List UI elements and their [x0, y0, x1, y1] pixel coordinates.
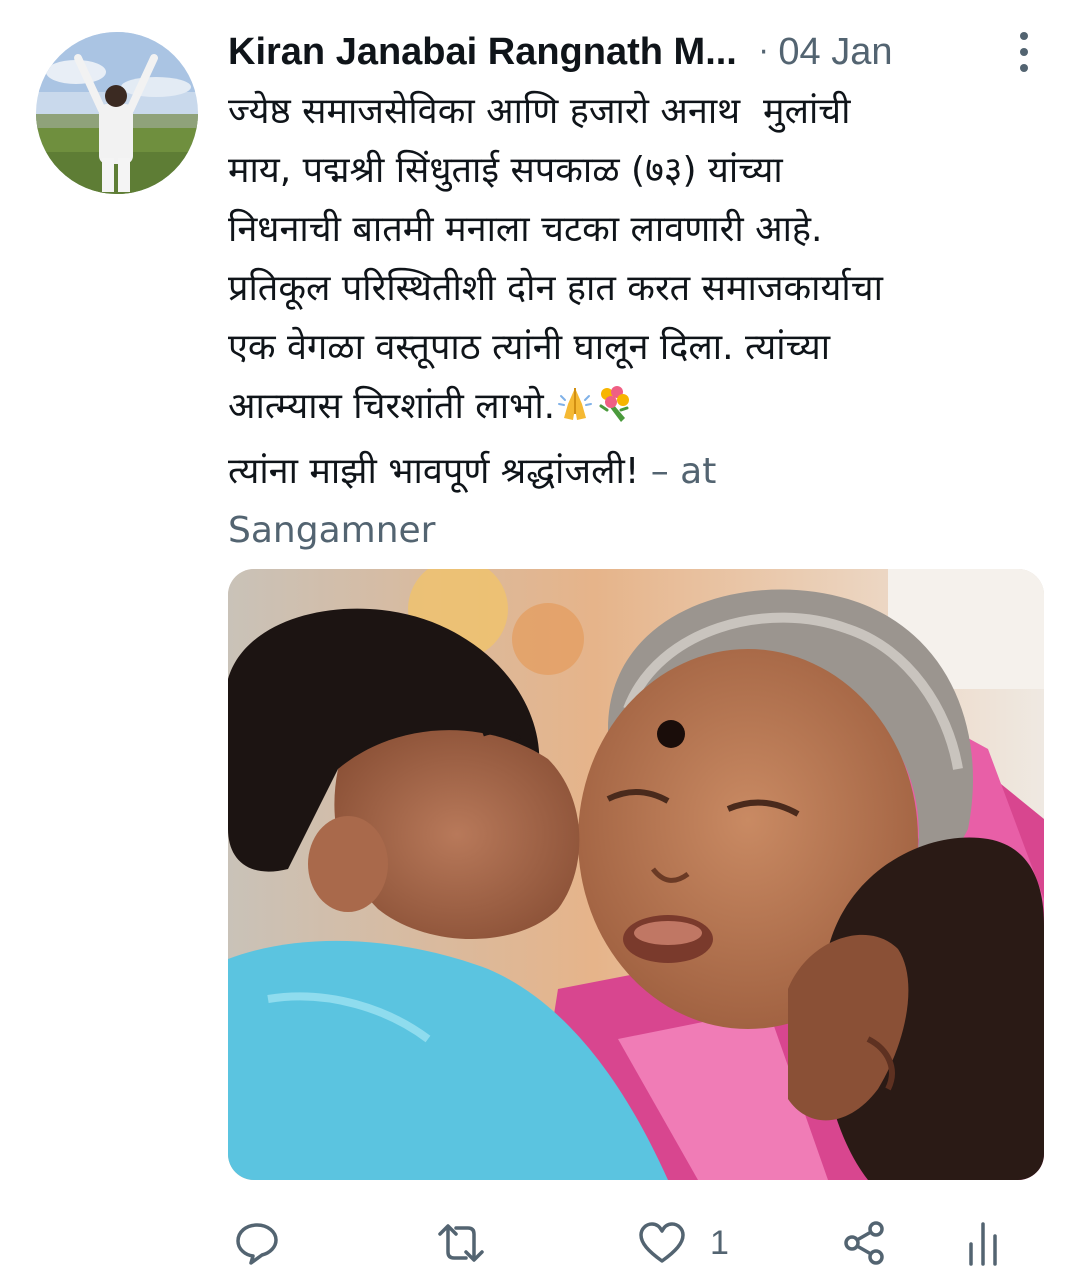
tweet-text-line: प्रतिकूल परिस्थितीशी दोन हात करत समाजकार… — [228, 268, 883, 309]
bouquet-emoji — [595, 383, 635, 442]
tweet-text-line: ज्येष्ठ समाजसेविका आणि हजारो अनाथ मुलांच… — [228, 91, 851, 132]
tweet-text-line: माय, पद्मश्री सिंधुताई सपकाळ (७३) यांच्य… — [228, 150, 783, 191]
tweet-text-line: एक वेगळा वस्तूपाठ त्यांनी घालून दिला. त्… — [228, 327, 831, 368]
tweet-text-line: आत्म्यास चिरशांती लाभो. — [228, 386, 556, 427]
share-button[interactable] — [840, 1208, 888, 1278]
tweet-photo[interactable] — [228, 569, 1044, 1180]
author-avatar[interactable] — [36, 32, 198, 194]
location-prefix: – at — [639, 451, 717, 492]
share-icon — [844, 1221, 884, 1265]
reply-button[interactable] — [234, 1208, 280, 1278]
avatar-image — [36, 32, 198, 194]
author-name[interactable]: Kiran Janabai Rangnath M... — [228, 31, 737, 74]
tweet-date[interactable]: 04 Jan — [778, 31, 892, 74]
header-separator: · — [758, 34, 769, 70]
tweet-card[interactable]: Kiran Janabai Rangnath M... · 04 Jan ज्य… — [0, 0, 1080, 1284]
tweet-text-line: निधनाची बातमी मनाला चटका लावणारी आहे. — [228, 209, 823, 250]
retweet-button[interactable] — [434, 1208, 488, 1278]
photo-image — [228, 569, 1044, 1180]
like-icon — [639, 1222, 685, 1263]
analytics-icon — [969, 1222, 997, 1266]
tweet-text: ज्येष्ठ समाजसेविका आणि हजारो अनाथ मुलांच… — [228, 82, 1048, 560]
like-button[interactable]: 1 — [638, 1208, 729, 1278]
tweet-actions: 1 — [228, 1208, 1028, 1278]
more-options-icon[interactable] — [1012, 28, 1036, 76]
analytics-button[interactable] — [966, 1208, 1000, 1278]
retweet-icon — [438, 1224, 484, 1262]
reply-icon — [236, 1223, 278, 1265]
folded-hands-emoji — [555, 383, 595, 442]
tweet-header: Kiran Janabai Rangnath M... · 04 Jan — [228, 22, 1048, 82]
like-count: 1 — [710, 1223, 729, 1262]
tweet-closing-line: त्यांना माझी भावपूर्ण श्रद्धांजली! — [228, 451, 640, 492]
location-link[interactable]: Sangamner — [228, 510, 435, 551]
